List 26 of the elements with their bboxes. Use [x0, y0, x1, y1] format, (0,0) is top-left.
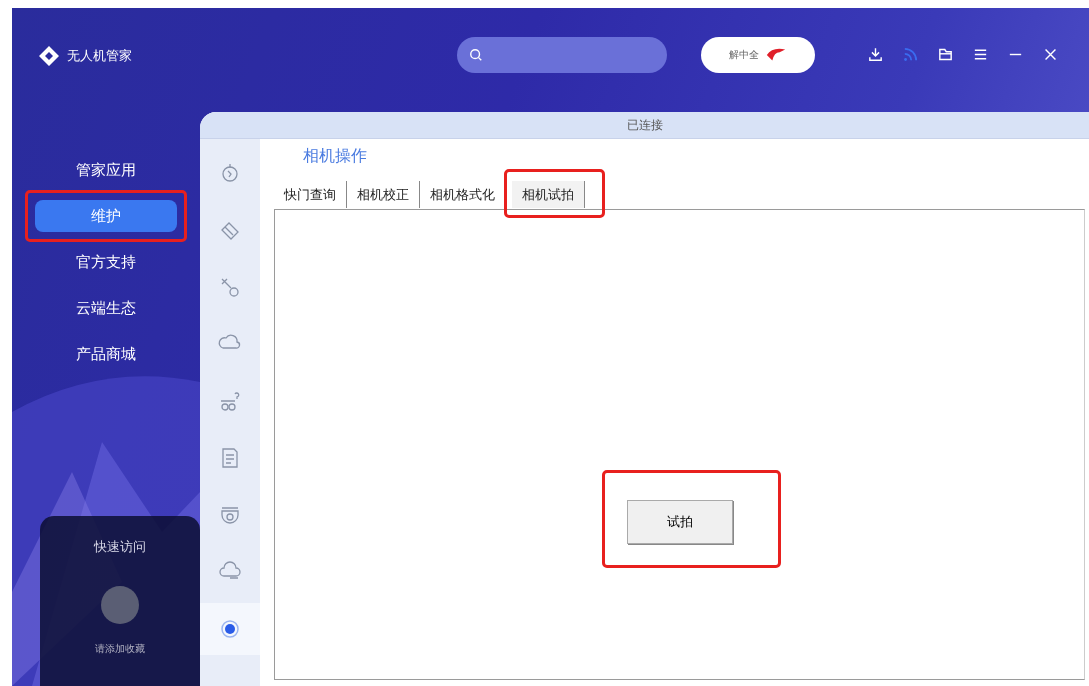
nav-item[interactable]: 官方支持 [35, 246, 177, 278]
rss-icon[interactable] [902, 46, 919, 63]
partner-button[interactable]: 解中全 [701, 37, 815, 73]
rail-button[interactable] [200, 603, 260, 655]
tab[interactable]: 相机格式化 [420, 181, 506, 208]
drone-help-icon [218, 389, 242, 413]
nav-item[interactable]: 管家应用 [35, 154, 177, 186]
quick-access-title: 快速访问 [94, 538, 146, 556]
avatar-placeholder [101, 586, 139, 624]
window-icon[interactable] [937, 46, 954, 63]
app-title: 无人机管家 [67, 47, 132, 65]
download-icon[interactable] [867, 46, 884, 63]
nav-item[interactable]: 产品商城 [35, 338, 177, 370]
connection-status: 已连接 [626, 116, 663, 134]
logo-icon [37, 44, 61, 68]
nav-item[interactable]: 维护 [35, 200, 177, 232]
camera-lens-icon [218, 617, 242, 641]
search-icon [469, 48, 483, 62]
nav-item[interactable]: 云端生态 [35, 292, 177, 324]
test-shot-button[interactable]: 试拍 [626, 500, 733, 544]
section-title: 相机操作 [303, 146, 368, 167]
search-field[interactable] [457, 37, 667, 73]
tab[interactable]: 相机试拍 [512, 181, 585, 208]
favorites-hint: 请添加收藏 [95, 642, 145, 656]
tab[interactable]: 相机校正 [347, 181, 420, 208]
tab[interactable]: 快门查询 [274, 181, 347, 208]
